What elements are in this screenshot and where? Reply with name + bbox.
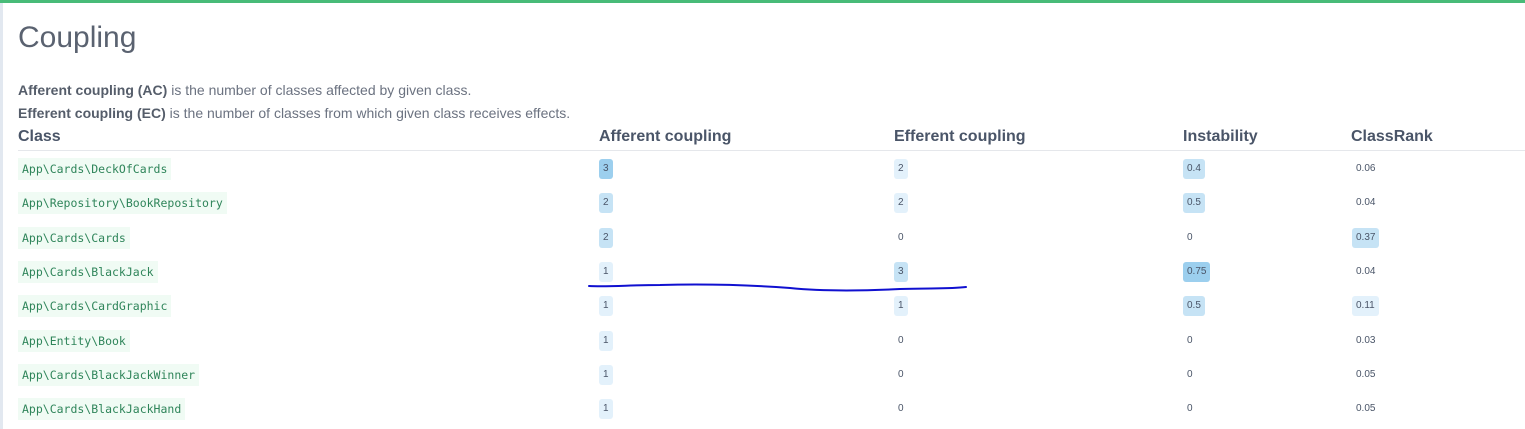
table-row: App\Cards\CardGraphic 1 1 0.5 0.11 [0,288,1525,322]
class-name-cell[interactable]: App\Cards\BlackJack [18,261,158,283]
afferent-text: is the number of classes affected by giv… [167,82,472,98]
afferent-term: Afferent coupling (AC) [18,82,168,98]
header-class[interactable]: Class [18,128,61,146]
instability-value: 0 [1187,403,1193,414]
classrank-cell: 0.04 [1352,262,1379,282]
classrank-cell: 0.11 [1352,296,1379,316]
afferent-value: 2 [599,228,613,248]
instability-value: 0 [1187,369,1193,380]
class-name-cell[interactable]: App\Repository\BookRepository [18,192,227,214]
header-instability[interactable]: Instability [1183,128,1258,146]
table-row: App\Cards\BlackJackWinner 1 0 0 0.05 [0,357,1525,391]
instability-cell: 0 [1183,228,1197,248]
classrank-value: 0.11 [1352,296,1379,316]
efferent-cell: 2 [894,159,908,179]
afferent-cell: 3 [599,159,613,179]
class-name-cell[interactable]: App\Cards\BlackJackHand [18,398,186,420]
afferent-value: 3 [599,159,613,179]
classrank-value: 0.05 [1356,369,1376,380]
classrank-cell: 0.05 [1352,399,1379,419]
instability-value: 0.5 [1183,296,1205,316]
efferent-value: 1 [894,296,908,316]
efferent-cell: 0 [894,228,908,248]
efferent-term: Efferent coupling (EC) [18,105,166,121]
table-row: App\Repository\BookRepository 2 2 0.5 0.04 [0,185,1525,219]
afferent-cell: 2 [599,193,613,213]
instability-cell: 0 [1183,331,1197,351]
afferent-cell: 2 [599,228,613,248]
efferent-cell: 0 [894,331,908,351]
header-efferent[interactable]: Efferent coupling [894,128,1026,146]
class-name-cell[interactable]: App\Cards\DeckOfCards [18,158,172,180]
efferent-description: Efferent coupling (EC) is the number of … [18,104,570,122]
efferent-text: is the number of classes from which give… [165,105,571,121]
page-title: Coupling [18,21,137,54]
afferent-value: 1 [599,331,613,351]
top-accent-bar [0,0,1525,3]
instability-cell: 0.75 [1183,262,1211,282]
instability-value: 0.5 [1183,193,1205,213]
class-name-cell[interactable]: App\Cards\CardGraphic [18,295,172,317]
efferent-cell: 0 [894,399,908,419]
classrank-value: 0.06 [1356,163,1376,174]
instability-value: 0.4 [1183,159,1205,179]
classrank-cell: 0.06 [1352,159,1379,179]
instability-cell: 0.4 [1183,159,1205,179]
efferent-value: 0 [898,403,904,414]
efferent-cell: 3 [894,262,908,282]
efferent-value: 2 [894,193,908,213]
classrank-value: 0.05 [1356,403,1376,414]
instability-cell: 0.5 [1183,193,1205,213]
classrank-value: 0.37 [1352,228,1380,248]
afferent-cell: 1 [599,262,613,282]
afferent-cell: 1 [599,399,613,419]
efferent-value: 0 [898,232,904,243]
efferent-cell: 0 [894,365,908,385]
classrank-value: 0.04 [1356,197,1376,208]
afferent-description: Afferent coupling (AC) is the number of … [18,81,471,99]
afferent-cell: 1 [599,296,613,316]
table-row: App\Cards\BlackJack 1 3 0.75 0.04 [0,254,1525,288]
efferent-value: 0 [898,335,904,346]
instability-cell: 0.5 [1183,296,1205,316]
class-name-cell[interactable]: App\Cards\Cards [18,227,130,249]
instability-value: 0 [1187,335,1193,346]
instability-cell: 0 [1183,399,1197,419]
classrank-cell: 0.03 [1352,331,1379,351]
afferent-cell: 1 [599,365,613,385]
classrank-cell: 0.37 [1352,228,1380,248]
afferent-value: 1 [599,296,613,316]
classrank-cell: 0.05 [1352,365,1379,385]
efferent-value: 0 [898,369,904,380]
instability-value: 0.75 [1183,262,1211,282]
header-afferent[interactable]: Afferent coupling [599,128,731,146]
afferent-value: 1 [599,262,613,282]
instability-value: 0 [1187,232,1193,243]
afferent-value: 1 [599,399,613,419]
class-name-cell[interactable]: App\Cards\BlackJackWinner [18,364,200,386]
efferent-cell: 2 [894,193,908,213]
instability-cell: 0 [1183,365,1197,385]
table-row: App\Cards\DeckOfCards 3 2 0.4 0.06 [0,151,1525,185]
classrank-value: 0.03 [1356,335,1376,346]
class-name-cell[interactable]: App\Entity\Book [18,330,130,352]
afferent-cell: 1 [599,331,613,351]
header-classrank[interactable]: ClassRank [1351,128,1433,146]
efferent-value: 2 [894,159,908,179]
afferent-value: 1 [599,365,613,385]
efferent-cell: 1 [894,296,908,316]
table-row: App\Entity\Book 1 0 0 0.03 [0,323,1525,357]
table-row: App\Cards\BlackJackHand 1 0 0 0.05 [0,391,1525,425]
table-row: App\Cards\Cards 2 0 0 0.37 [0,220,1525,254]
afferent-value: 2 [599,193,613,213]
classrank-value: 0.04 [1356,266,1376,277]
classrank-cell: 0.04 [1352,193,1379,213]
efferent-value: 3 [894,262,908,282]
